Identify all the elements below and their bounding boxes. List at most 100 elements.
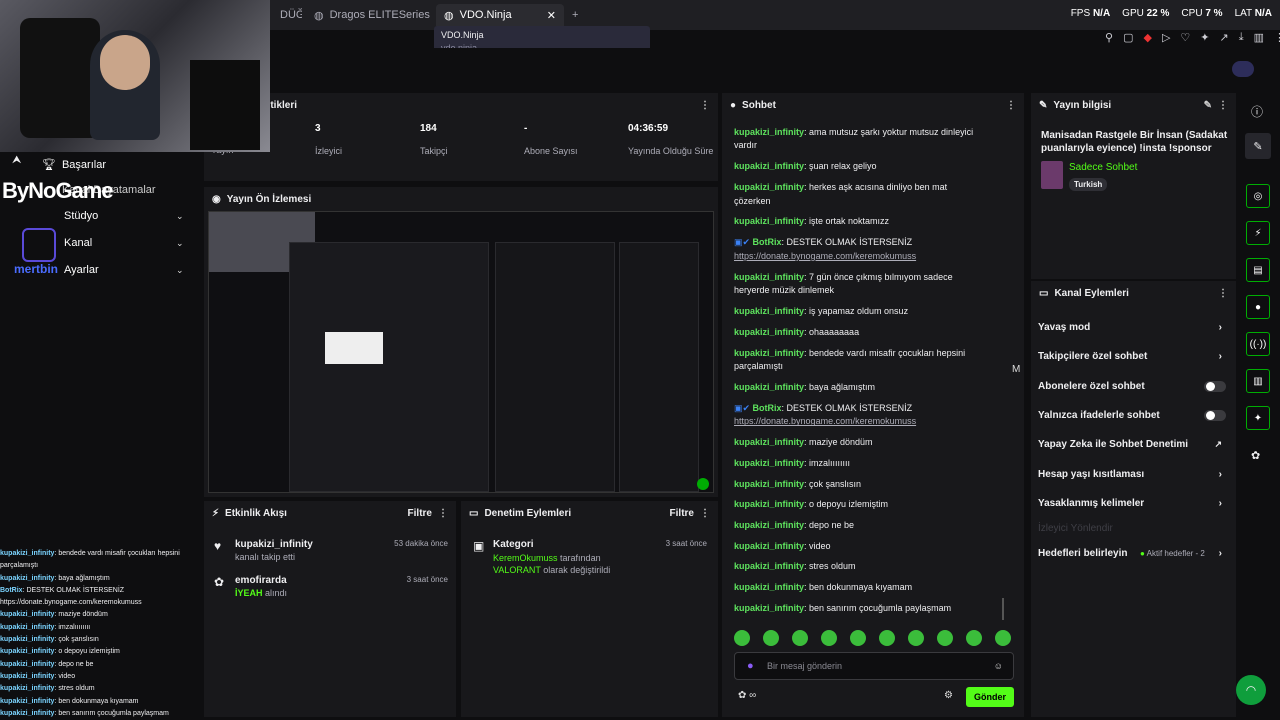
chat-username[interactable]: kupakizi_infinity <box>734 127 804 137</box>
info-icon[interactable]: ⓘ <box>1251 103 1263 120</box>
gear-icon[interactable]: ⚙ <box>944 690 953 701</box>
share-icon[interactable]: ↗ <box>1220 31 1229 44</box>
more-icon[interactable]: ⋮ <box>700 100 710 111</box>
more-icon[interactable]: ⋮ <box>1218 100 1228 111</box>
emote-icon[interactable] <box>821 630 837 646</box>
wrench-icon[interactable]: ✦ <box>1246 406 1270 430</box>
chat-username[interactable]: kupakizi_infinity <box>734 272 804 282</box>
document-icon[interactable]: ▤ <box>1246 258 1270 282</box>
emote-icon[interactable] <box>734 630 750 646</box>
sidebar-item-achievements[interactable]: 🏆︎ Başarılar <box>42 158 106 172</box>
chat-input[interactable]: ● Bir mesaj gönderin ☺ <box>734 652 1014 680</box>
action-set-goals[interactable]: Hedefleri belirleyin ● Aktif hedefler - 2… <box>1038 548 1228 559</box>
emote-icon[interactable] <box>966 630 982 646</box>
chat-link[interactable]: https://donate.bynogame.com/keremokumuss <box>734 415 1004 429</box>
chat-username[interactable]: kupakizi_infinity <box>734 437 804 447</box>
sidebar-item-channel[interactable]: Kanal ⌄ <box>64 237 184 249</box>
download-icon[interactable]: ⤓ <box>1239 31 1244 44</box>
chat-username[interactable]: kupakizi_infinity <box>734 479 804 489</box>
chat-username[interactable]: kupakizi_infinity <box>734 561 804 571</box>
tab-dragos[interactable]: ◍ Dragos ELITESeries E24S <box>306 4 430 26</box>
camera-icon[interactable]: ◎ <box>1246 184 1270 208</box>
emoji-icon[interactable]: ☺ <box>994 661 1003 671</box>
chat-username[interactable]: kupakizi_infinity <box>734 582 804 592</box>
more-icon[interactable]: ⋮ <box>1006 100 1016 111</box>
emote-icon[interactable] <box>995 630 1011 646</box>
points-icon[interactable]: ✿ ∞ <box>738 690 756 701</box>
chat-scrollbar[interactable] <box>1002 598 1004 620</box>
chat-username[interactable]: kupakizi_infinity <box>734 161 804 171</box>
emote-icon[interactable] <box>850 630 866 646</box>
chat-username[interactable]: kupakizi_infinity <box>734 499 804 509</box>
edit-icon[interactable]: ✎ <box>1204 100 1212 111</box>
overlay-chat-username: kupakizi_infinity <box>0 709 55 717</box>
tab-dugun[interactable]: DÜĞÜN <box>272 4 302 26</box>
stat-item: 3 İzleyici <box>315 123 405 156</box>
emote-bar <box>734 630 1011 646</box>
emote-only-toggle[interactable] <box>1204 410 1226 421</box>
new-tab-button[interactable]: + <box>564 4 586 26</box>
heart-icon[interactable]: ♡ <box>1180 31 1190 44</box>
send-button[interactable]: Gönder <box>966 687 1014 707</box>
action-account-age[interactable]: Hesap yaşı kısıtlaması › <box>1038 469 1228 480</box>
chat-username[interactable]: kupakizi_infinity <box>734 603 804 613</box>
emote-icon[interactable] <box>763 630 779 646</box>
crop-icon[interactable]: ▢ <box>1123 31 1133 44</box>
more-icon[interactable]: ⋮ <box>700 508 710 519</box>
activity-filter-button[interactable]: Filtre <box>408 508 432 519</box>
avatar[interactable] <box>1232 61 1254 77</box>
overlay-chat-line: kupakizi_infinity: o depoyu izlemiştim <box>0 646 200 658</box>
subscriber-chat-toggle[interactable] <box>1204 381 1226 392</box>
chat-username[interactable]: kupakizi_infinity <box>734 458 804 468</box>
chat-username[interactable]: kupakizi_infinity <box>734 382 804 392</box>
edit-icon[interactable]: ✎ <box>1245 133 1271 159</box>
chat-username[interactable]: kupakizi_infinity <box>734 306 804 316</box>
support-icon[interactable]: ◠ <box>1236 675 1266 705</box>
lightning-icon[interactable]: ⚡︎ <box>1246 221 1270 245</box>
send-icon[interactable]: ▷ <box>1162 31 1170 44</box>
stream-category[interactable]: Sadece Sohbet <box>1069 162 1137 173</box>
broadcast-icon[interactable]: ((·)) <box>1246 332 1270 356</box>
action-ai-moderation[interactable]: Yapay Zeka ile Sohbet Denetimi ↗ <box>1038 439 1228 450</box>
sidebar-item-settings[interactable]: Ayarlar ⌄ <box>64 264 184 276</box>
action-slow-mode[interactable]: Yavaş mod › <box>1038 322 1228 333</box>
chat-username[interactable]: kupakizi_infinity <box>734 182 804 192</box>
chat-username[interactable]: BotRix <box>753 403 782 413</box>
sidebar-item-studio[interactable]: Stüdyo ⌄ <box>64 210 184 222</box>
chat-username[interactable]: kupakizi_infinity <box>734 348 804 358</box>
shield-icon[interactable]: ◆ <box>1143 31 1151 44</box>
chat-message: kupakizi_infinity: ohaaaaaaaa <box>734 326 1004 340</box>
action-label: Yavaş mod <box>1038 322 1091 333</box>
more-icon[interactable]: ⋮ <box>1218 288 1228 299</box>
pin-icon[interactable]: ⚲ <box>1105 31 1113 44</box>
stream-preview-image[interactable] <box>208 211 714 493</box>
chat-username[interactable]: kupakizi_infinity <box>734 216 804 226</box>
tab-vdo-ninja[interactable]: ◍ VDO.Ninja ✕ <box>436 4 564 26</box>
overlay-chat-text: : ben sanırım çocuğumla paylaşmam <box>54 709 169 717</box>
info-title: Yayın bilgisi <box>1053 99 1112 111</box>
microphone-icon[interactable]: ● <box>747 660 754 672</box>
action-banned-words[interactable]: Yasaklanmış kelimeler › <box>1038 498 1228 509</box>
emote-icon[interactable] <box>879 630 895 646</box>
close-icon[interactable]: ✕ <box>547 9 556 22</box>
chat-username[interactable]: kupakizi_infinity <box>734 541 804 551</box>
action-emote-only[interactable]: Yalnızca ifadelerle sohbet <box>1038 410 1228 421</box>
split-icon[interactable]: ▥ <box>1254 31 1264 44</box>
puzzle-icon[interactable]: ✦ <box>1200 31 1209 44</box>
action-follower-chat[interactable]: Takipçilere özel sohbet › <box>1038 351 1228 362</box>
menu-icon[interactable]: ⋮ <box>1274 31 1280 44</box>
chat-username[interactable]: kupakizi_infinity <box>734 520 804 530</box>
chat-username[interactable]: BotRix <box>753 237 782 247</box>
chat-link[interactable]: https://donate.bynogame.com/keremokumuss <box>734 250 1004 264</box>
chat-username[interactable]: kupakizi_infinity <box>734 327 804 337</box>
moderation-filter-button[interactable]: Filtre <box>670 508 694 519</box>
emote-icon[interactable] <box>792 630 808 646</box>
chat-bubble-icon[interactable]: ● <box>1246 295 1270 319</box>
right-rail: ⓘ ✎ ◎ ⚡︎ ▤ ● ((·)) ▥ ✦ ✿ ◠ <box>1236 93 1280 717</box>
emote-icon[interactable] <box>937 630 953 646</box>
emote-icon[interactable] <box>908 630 924 646</box>
more-icon[interactable]: ⋮ <box>438 508 448 519</box>
layout-icon[interactable]: ▥ <box>1246 369 1270 393</box>
apps-icon[interactable]: ✿ <box>1251 449 1260 462</box>
action-subscriber-chat[interactable]: Abonelere özel sohbet <box>1038 381 1228 392</box>
